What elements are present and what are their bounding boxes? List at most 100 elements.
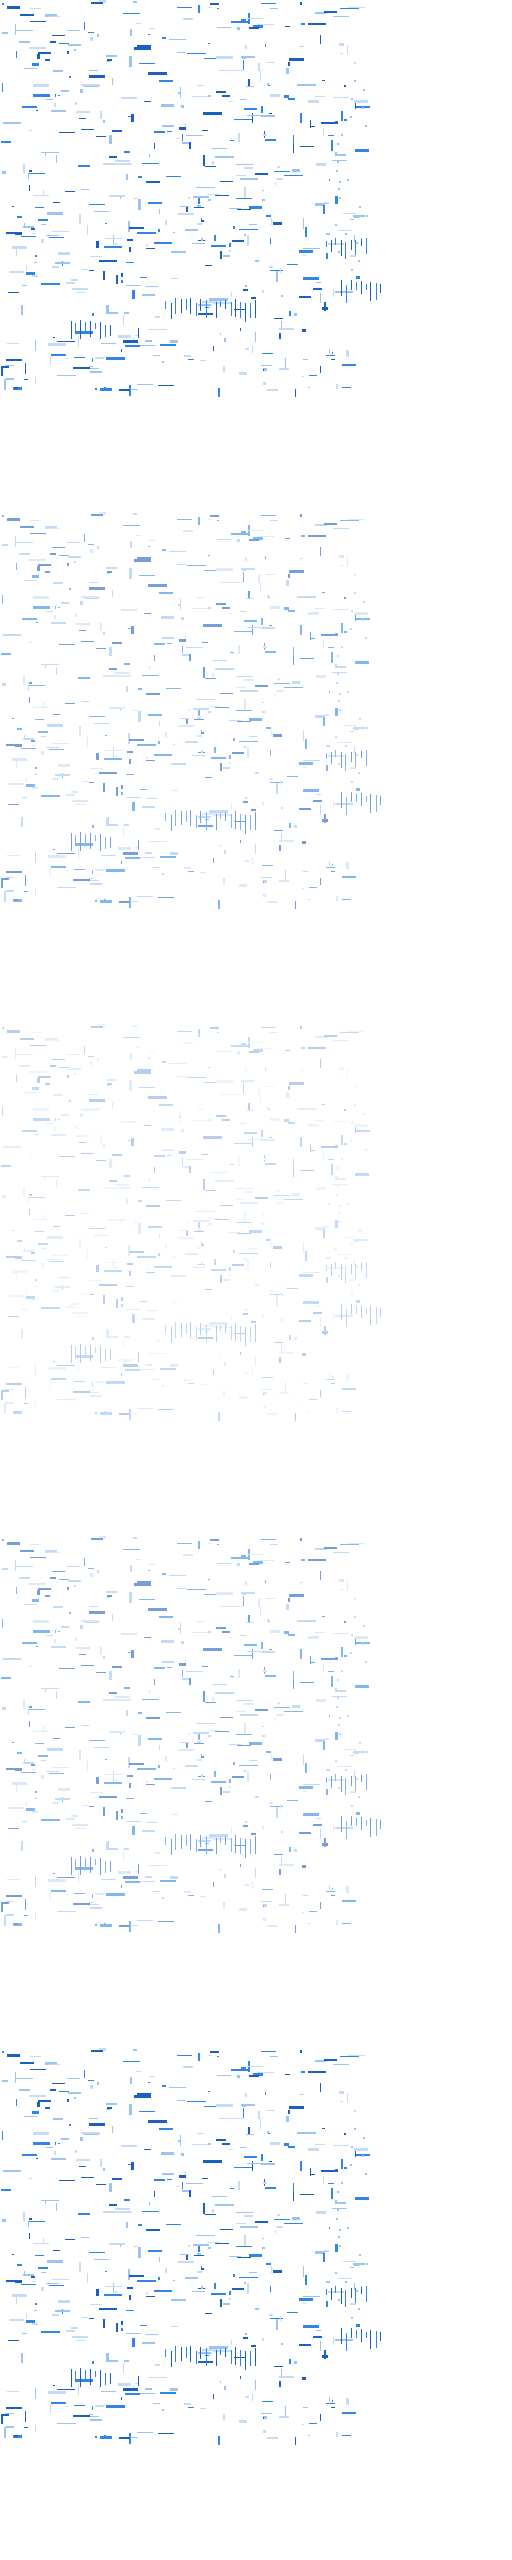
pattern-dash	[196, 2235, 215, 2236]
pattern-dash	[186, 2255, 188, 2260]
pattern-dash	[81, 189, 89, 190]
pattern-dash	[89, 2318, 94, 2319]
pattern-dash	[15, 2280, 22, 2283]
pattern-dash	[220, 2299, 222, 2307]
pattern-tick	[351, 1304, 352, 1314]
pattern-tick	[346, 2333, 347, 2351]
pattern-dash	[181, 617, 184, 620]
pattern-dash	[52, 1290, 59, 1292]
pattern-dash	[354, 1124, 368, 1127]
pattern-dash	[320, 1902, 321, 1909]
pattern-dash	[167, 1155, 172, 1156]
pattern-tick	[326, 1777, 327, 1783]
pattern-dash	[15, 2078, 33, 2079]
pattern-dash	[7, 343, 19, 344]
pattern-dash	[33, 2243, 49, 2244]
pattern-dash	[245, 1821, 247, 1823]
pattern-dash	[249, 2254, 262, 2257]
pattern-dash	[322, 80, 325, 81]
pattern-dash	[58, 2143, 60, 2144]
pattern-dash	[224, 1874, 226, 1878]
pattern-dash	[16, 1273, 17, 1280]
pattern-dash	[21, 1772, 36, 1773]
pattern-dash	[181, 1129, 184, 1132]
pattern-dash	[277, 678, 280, 680]
pattern-tick	[225, 812, 226, 821]
pattern-dash	[244, 1258, 246, 1260]
pattern-dash	[177, 519, 192, 520]
pattern-dash	[292, 1705, 300, 1708]
pattern-dash	[241, 2104, 255, 2106]
pattern-dash	[177, 138, 180, 139]
pattern-dash	[29, 2095, 46, 2097]
pattern-dash	[84, 534, 85, 542]
pattern-tick	[186, 811, 187, 822]
pattern-dash	[281, 321, 282, 329]
pattern-dash	[19, 2089, 30, 2091]
pattern-dot	[347, 179, 349, 181]
pattern-dash	[342, 899, 351, 900]
pattern-dash	[237, 1563, 240, 1566]
pattern-dash	[137, 557, 151, 559]
pattern-dash	[109, 1180, 117, 1182]
pattern-dash	[201, 1244, 204, 1246]
pattern-dash	[340, 1544, 359, 1545]
pattern-dash	[92, 825, 94, 828]
pattern-dash	[69, 1100, 71, 1102]
pattern-dash	[28, 2221, 29, 2227]
pattern-dash	[316, 282, 321, 283]
pattern-tick	[240, 1326, 241, 1342]
pattern-dash	[24, 1247, 25, 1252]
pattern-dash	[332, 864, 333, 866]
pattern-dash	[82, 781, 88, 782]
pattern-dash	[185, 123, 186, 127]
pattern-dash	[197, 717, 201, 719]
pattern-dot	[354, 2128, 356, 2130]
pattern-dash	[261, 1539, 276, 1540]
pattern-dash	[263, 1158, 267, 1160]
pattern-dash	[340, 1077, 343, 1078]
pattern-dash	[133, 1537, 137, 1539]
pattern-dash	[121, 609, 137, 611]
pattern-dot	[351, 98, 353, 100]
pattern-dash	[308, 2071, 326, 2073]
pattern-tick	[240, 1838, 241, 1854]
pattern-tick	[240, 302, 241, 318]
pattern-dash	[354, 2283, 355, 2290]
pattern-dash	[59, 644, 75, 645]
pattern-dot	[356, 1266, 358, 1268]
pattern-dash	[279, 1352, 294, 1354]
pattern-dash	[59, 1156, 75, 1157]
pattern-dash	[48, 343, 66, 346]
pattern-dash	[138, 1864, 139, 1874]
pattern-tick	[240, 2350, 241, 2366]
pattern-dash	[300, 2050, 302, 2053]
pattern-dash	[55, 1798, 70, 1800]
pattern-dash	[65, 1215, 75, 1216]
pattern-dash	[137, 896, 153, 897]
pattern-dash	[69, 76, 71, 78]
pattern-dash	[35, 719, 44, 720]
pattern-dash	[268, 1109, 270, 1110]
pattern-tick	[370, 2330, 371, 2349]
pattern-tick	[71, 1857, 72, 1875]
pattern-dash	[129, 568, 132, 579]
pattern-dash	[125, 1881, 140, 1883]
pattern-dash	[192, 1779, 205, 1780]
pattern-dash	[1, 1165, 11, 1167]
pattern-dash	[223, 2414, 225, 2420]
pattern-dash	[223, 878, 225, 884]
pattern-dot	[356, 242, 358, 244]
pattern-dash	[15, 30, 33, 31]
pattern-dash	[66, 1382, 68, 1383]
pattern-dash	[210, 3, 219, 5]
pattern-dash	[126, 285, 141, 286]
pattern-dash	[265, 1163, 276, 1165]
pattern-dot	[347, 691, 349, 693]
pattern-dash	[148, 584, 167, 587]
pattern-dash	[326, 355, 335, 356]
pattern-dash	[35, 1743, 44, 1744]
pattern-dash	[333, 2145, 349, 2146]
pattern-dash	[37, 2102, 40, 2107]
pattern-dash	[146, 1269, 148, 1270]
